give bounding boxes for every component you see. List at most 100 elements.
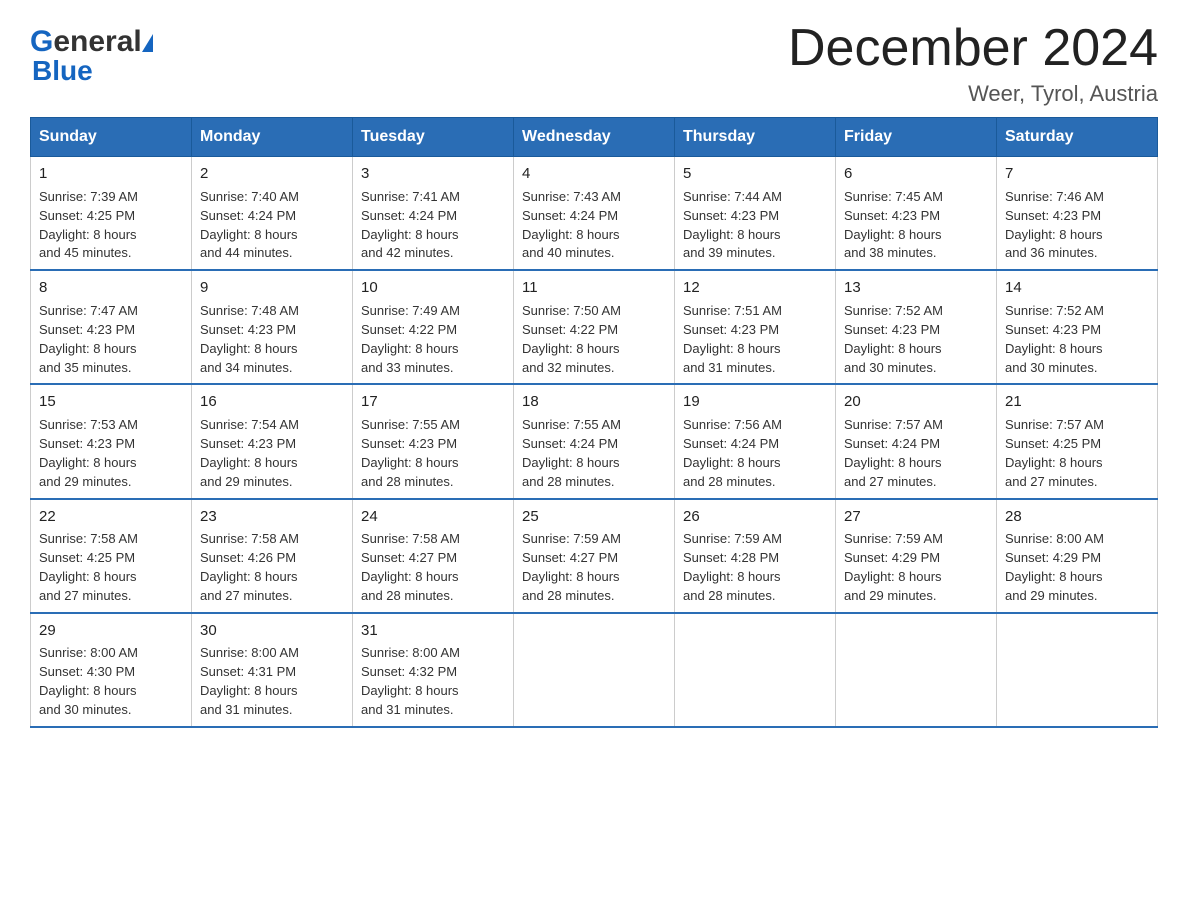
day-info: Sunrise: 8:00 AMSunset: 4:32 PMDaylight:… bbox=[361, 645, 460, 717]
day-number: 14 bbox=[1005, 277, 1149, 299]
day-number: 1 bbox=[39, 163, 183, 185]
calendar-cell: 20Sunrise: 7:57 AMSunset: 4:24 PMDayligh… bbox=[836, 384, 997, 498]
day-number: 11 bbox=[522, 277, 666, 299]
day-number: 27 bbox=[844, 506, 988, 528]
day-number: 24 bbox=[361, 506, 505, 528]
day-info: Sunrise: 7:40 AMSunset: 4:24 PMDaylight:… bbox=[200, 189, 299, 261]
day-number: 5 bbox=[683, 163, 827, 185]
calendar-cell: 21 Sunrise: 7:57 AMSunset: 4:25 PMDayligh… bbox=[997, 384, 1158, 498]
day-info: Sunrise: 7:48 AMSunset: 4:23 PMDaylight:… bbox=[200, 303, 299, 375]
day-number: 16 bbox=[200, 391, 344, 413]
day-number: 26 bbox=[683, 506, 827, 528]
calendar-cell: 16 Sunrise: 7:54 AMSunset: 4:23 PMDayligh… bbox=[192, 384, 353, 498]
day-info: Sunrise: 7:55 AMSunset: 4:23 PMDaylight:… bbox=[361, 417, 460, 489]
calendar-cell: 23Sunrise: 7:58 AMSunset: 4:26 PMDayligh… bbox=[192, 499, 353, 613]
calendar-cell: 28 Sunrise: 8:00 AMSunset: 4:29 PMDayligh… bbox=[997, 499, 1158, 613]
calendar-cell: 6 Sunrise: 7:45 AMSunset: 4:23 PMDaylight… bbox=[836, 157, 997, 271]
day-number: 9 bbox=[200, 277, 344, 299]
day-number: 18 bbox=[522, 391, 666, 413]
header-cell-saturday: Saturday bbox=[997, 118, 1158, 157]
day-info: Sunrise: 7:51 AMSunset: 4:23 PMDaylight:… bbox=[683, 303, 782, 375]
day-number: 12 bbox=[683, 277, 827, 299]
day-number: 4 bbox=[522, 163, 666, 185]
day-number: 30 bbox=[200, 620, 344, 642]
day-number: 3 bbox=[361, 163, 505, 185]
day-info: Sunrise: 7:59 AMSunset: 4:27 PMDaylight:… bbox=[522, 531, 621, 603]
calendar-cell: 15 Sunrise: 7:53 AMSunset: 4:23 PMDayligh… bbox=[31, 384, 192, 498]
header-cell-thursday: Thursday bbox=[675, 118, 836, 157]
day-number: 17 bbox=[361, 391, 505, 413]
day-number: 25 bbox=[522, 506, 666, 528]
day-info: Sunrise: 7:46 AMSunset: 4:23 PMDaylight:… bbox=[1005, 189, 1104, 261]
day-number: 13 bbox=[844, 277, 988, 299]
calendar-cell: 22Sunrise: 7:58 AMSunset: 4:25 PMDayligh… bbox=[31, 499, 192, 613]
calendar-cell: 8Sunrise: 7:47 AMSunset: 4:23 PMDaylight… bbox=[31, 270, 192, 384]
calendar-cell: 5Sunrise: 7:44 AMSunset: 4:23 PMDaylight… bbox=[675, 157, 836, 271]
week-row-4: 22Sunrise: 7:58 AMSunset: 4:25 PMDayligh… bbox=[31, 499, 1158, 613]
logo-triangle-icon bbox=[142, 34, 153, 52]
header-cell-tuesday: Tuesday bbox=[353, 118, 514, 157]
day-number: 19 bbox=[683, 391, 827, 413]
calendar-cell: 31 Sunrise: 8:00 AMSunset: 4:32 PMDayligh… bbox=[353, 613, 514, 727]
week-row-3: 15 Sunrise: 7:53 AMSunset: 4:23 PMDayligh… bbox=[31, 384, 1158, 498]
day-number: 6 bbox=[844, 163, 988, 185]
day-number: 21 bbox=[1005, 391, 1149, 413]
header-cell-monday: Monday bbox=[192, 118, 353, 157]
calendar-cell: 13 Sunrise: 7:52 AMSunset: 4:23 PMDayligh… bbox=[836, 270, 997, 384]
calendar-cell: 14 Sunrise: 7:52 AMSunset: 4:23 PMDayligh… bbox=[997, 270, 1158, 384]
day-info: Sunrise: 7:55 AMSunset: 4:24 PMDaylight:… bbox=[522, 417, 621, 489]
day-info: Sunrise: 7:53 AMSunset: 4:23 PMDaylight:… bbox=[39, 417, 138, 489]
day-number: 8 bbox=[39, 277, 183, 299]
day-info: Sunrise: 8:00 AMSunset: 4:30 PMDaylight:… bbox=[39, 645, 138, 717]
day-info: Sunrise: 7:45 AMSunset: 4:23 PMDaylight:… bbox=[844, 189, 943, 261]
day-number: 31 bbox=[361, 620, 505, 642]
day-info: Sunrise: 7:41 AMSunset: 4:24 PMDaylight:… bbox=[361, 189, 460, 261]
day-info: Sunrise: 7:57 AMSunset: 4:25 PMDaylight:… bbox=[1005, 417, 1104, 489]
day-info: Sunrise: 7:54 AMSunset: 4:23 PMDaylight:… bbox=[200, 417, 299, 489]
day-number: 2 bbox=[200, 163, 344, 185]
day-info: Sunrise: 7:43 AMSunset: 4:24 PMDaylight:… bbox=[522, 189, 621, 261]
calendar-cell: 17 Sunrise: 7:55 AMSunset: 4:23 PMDayligh… bbox=[353, 384, 514, 498]
day-info: Sunrise: 8:00 AMSunset: 4:29 PMDaylight:… bbox=[1005, 531, 1104, 603]
logo-general-text: General bbox=[30, 25, 153, 59]
calendar-cell: 27 Sunrise: 7:59 AMSunset: 4:29 PMDayligh… bbox=[836, 499, 997, 613]
calendar-cell: 30 Sunrise: 8:00 AMSunset: 4:31 PMDayligh… bbox=[192, 613, 353, 727]
calendar-header: SundayMondayTuesdayWednesdayThursdayFrid… bbox=[31, 118, 1158, 157]
day-info: Sunrise: 8:00 AMSunset: 4:31 PMDaylight:… bbox=[200, 645, 299, 717]
day-number: 15 bbox=[39, 391, 183, 413]
header-cell-friday: Friday bbox=[836, 118, 997, 157]
calendar-cell: 12 Sunrise: 7:51 AMSunset: 4:23 PMDayligh… bbox=[675, 270, 836, 384]
page-subtitle: Weer, Tyrol, Austria bbox=[788, 81, 1158, 107]
logo: General Blue bbox=[30, 25, 153, 87]
calendar-cell: 10Sunrise: 7:49 AMSunset: 4:22 PMDayligh… bbox=[353, 270, 514, 384]
title-block: December 2024 Weer, Tyrol, Austria bbox=[788, 20, 1158, 107]
calendar-cell: 26 Sunrise: 7:59 AMSunset: 4:28 PMDayligh… bbox=[675, 499, 836, 613]
calendar-cell: 2 Sunrise: 7:40 AMSunset: 4:24 PMDaylight… bbox=[192, 157, 353, 271]
day-info: Sunrise: 7:58 AMSunset: 4:25 PMDaylight:… bbox=[39, 531, 138, 603]
day-number: 28 bbox=[1005, 506, 1149, 528]
calendar-cell bbox=[836, 613, 997, 727]
day-info: Sunrise: 7:59 AMSunset: 4:29 PMDaylight:… bbox=[844, 531, 943, 603]
calendar-cell: 19Sunrise: 7:56 AMSunset: 4:24 PMDayligh… bbox=[675, 384, 836, 498]
header-cell-wednesday: Wednesday bbox=[514, 118, 675, 157]
day-info: Sunrise: 7:52 AMSunset: 4:23 PMDaylight:… bbox=[1005, 303, 1104, 375]
calendar-cell: 1 Sunrise: 7:39 AMSunset: 4:25 PMDaylight… bbox=[31, 157, 192, 271]
calendar-cell: 3 Sunrise: 7:41 AMSunset: 4:24 PMDaylight… bbox=[353, 157, 514, 271]
calendar-cell: 29 Sunrise: 8:00 AMSunset: 4:30 PMDayligh… bbox=[31, 613, 192, 727]
header-row: SundayMondayTuesdayWednesdayThursdayFrid… bbox=[31, 118, 1158, 157]
day-info: Sunrise: 7:57 AMSunset: 4:24 PMDaylight:… bbox=[844, 417, 943, 489]
calendar-cell: 7Sunrise: 7:46 AMSunset: 4:23 PMDaylight… bbox=[997, 157, 1158, 271]
day-number: 29 bbox=[39, 620, 183, 642]
day-info: Sunrise: 7:59 AMSunset: 4:28 PMDaylight:… bbox=[683, 531, 782, 603]
week-row-5: 29 Sunrise: 8:00 AMSunset: 4:30 PMDayligh… bbox=[31, 613, 1158, 727]
day-info: Sunrise: 7:52 AMSunset: 4:23 PMDaylight:… bbox=[844, 303, 943, 375]
day-info: Sunrise: 7:50 AMSunset: 4:22 PMDaylight:… bbox=[522, 303, 621, 375]
logo-blue-text: Blue bbox=[30, 55, 153, 87]
day-info: Sunrise: 7:39 AMSunset: 4:25 PMDaylight:… bbox=[39, 189, 138, 261]
day-info: Sunrise: 7:49 AMSunset: 4:22 PMDaylight:… bbox=[361, 303, 460, 375]
calendar-cell bbox=[514, 613, 675, 727]
day-info: Sunrise: 7:58 AMSunset: 4:27 PMDaylight:… bbox=[361, 531, 460, 603]
day-info: Sunrise: 7:58 AMSunset: 4:26 PMDaylight:… bbox=[200, 531, 299, 603]
calendar-cell: 18 Sunrise: 7:55 AMSunset: 4:24 PMDayligh… bbox=[514, 384, 675, 498]
week-row-1: 1 Sunrise: 7:39 AMSunset: 4:25 PMDaylight… bbox=[31, 157, 1158, 271]
